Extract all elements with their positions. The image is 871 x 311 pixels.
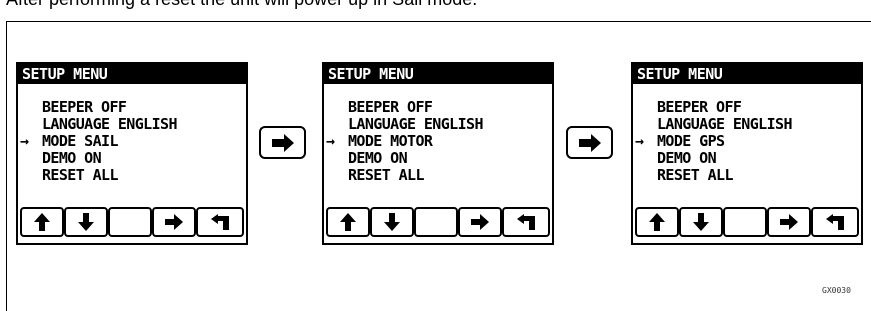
up-arrow-icon	[34, 213, 50, 231]
screen-title: SETUP MENU	[18, 64, 246, 84]
menu-item-label: DEMO ON	[657, 149, 717, 167]
transition-arrow-2	[566, 126, 613, 159]
right-arrow-icon	[471, 214, 489, 230]
menu-item-reset[interactable]: RESET ALL	[20, 167, 177, 184]
figure-code: GX0030	[822, 286, 851, 295]
setup-screen-3: SETUP MENU BEEPER OFF LANGUAGE ENGLISH →…	[631, 62, 863, 245]
return-icon	[826, 214, 844, 230]
menu-item-label: LANGUAGE ENGLISH	[657, 115, 793, 133]
menu-item-mode[interactable]: → MODE MOTOR	[326, 133, 483, 150]
softkey-down[interactable]	[64, 207, 108, 237]
selection-arrow-icon: →	[326, 132, 335, 150]
menu-list: BEEPER OFF LANGUAGE ENGLISH → MODE MOTOR …	[326, 99, 484, 184]
right-arrow-icon	[271, 133, 294, 152]
menu-item-label: BEEPER OFF	[42, 98, 127, 116]
menu-item-label: DEMO ON	[42, 149, 102, 167]
right-arrow-icon	[578, 133, 601, 152]
menu-item-label: RESET ALL	[42, 166, 118, 184]
softkey-up[interactable]	[635, 207, 679, 237]
transition-arrow-1	[259, 126, 306, 159]
menu-item-label: BEEPER OFF	[348, 98, 433, 116]
softkey-right[interactable]	[458, 207, 502, 237]
softkey-return[interactable]	[811, 207, 859, 237]
menu-item-language[interactable]: LANGUAGE ENGLISH	[326, 115, 484, 133]
up-arrow-icon	[340, 213, 356, 231]
menu-item-demo[interactable]: DEMO ON	[326, 150, 483, 167]
softkey-up[interactable]	[20, 207, 64, 237]
menu-item-label: LANGUAGE ENGLISH	[42, 115, 178, 133]
up-arrow-icon	[649, 213, 665, 231]
screen-title: SETUP MENU	[324, 64, 552, 84]
menu-item-label: MODE SAIL	[42, 132, 118, 150]
return-icon	[517, 214, 535, 230]
selection-arrow-icon: →	[635, 132, 644, 150]
menu-item-reset[interactable]: RESET ALL	[326, 167, 483, 184]
menu-item-demo[interactable]: DEMO ON	[635, 150, 792, 167]
menu-item-reset[interactable]: RESET ALL	[635, 167, 792, 184]
softkey-return[interactable]	[502, 207, 550, 237]
screen-title: SETUP MENU	[633, 64, 861, 84]
right-arrow-icon	[780, 214, 798, 230]
menu-item-language[interactable]: LANGUAGE ENGLISH	[635, 115, 793, 133]
right-arrow-icon	[165, 214, 183, 230]
menu-item-mode[interactable]: → MODE SAIL	[20, 133, 177, 150]
down-arrow-icon	[384, 213, 400, 231]
menu-item-label: RESET ALL	[657, 166, 733, 184]
menu-item-label: RESET ALL	[348, 166, 424, 184]
down-arrow-icon	[78, 213, 94, 231]
softkey-bar	[326, 207, 550, 241]
softkey-return[interactable]	[196, 207, 244, 237]
menu-item-label: LANGUAGE ENGLISH	[348, 115, 484, 133]
menu-item-label: MODE MOTOR	[348, 132, 433, 150]
setup-screen-1: SETUP MENU BEEPER OFF LANGUAGE ENGLISH →…	[16, 62, 248, 245]
selection-arrow-icon: →	[20, 132, 29, 150]
softkey-bar	[20, 207, 244, 241]
softkey-blank[interactable]	[414, 207, 458, 237]
menu-item-mode[interactable]: → MODE GPS	[635, 133, 792, 150]
softkey-down[interactable]	[679, 207, 723, 237]
menu-item-beeper[interactable]: BEEPER OFF	[326, 99, 483, 116]
softkey-down[interactable]	[370, 207, 414, 237]
menu-item-beeper[interactable]: BEEPER OFF	[20, 99, 177, 116]
softkey-up[interactable]	[326, 207, 370, 237]
down-arrow-icon	[693, 213, 709, 231]
menu-item-language[interactable]: LANGUAGE ENGLISH	[20, 115, 178, 133]
menu-item-demo[interactable]: DEMO ON	[20, 150, 177, 167]
menu-list: BEEPER OFF LANGUAGE ENGLISH → MODE SAIL D…	[20, 99, 178, 184]
menu-list: BEEPER OFF LANGUAGE ENGLISH → MODE GPS DE…	[635, 99, 793, 184]
softkey-right[interactable]	[767, 207, 811, 237]
menu-item-label: BEEPER OFF	[657, 98, 742, 116]
softkey-right[interactable]	[152, 207, 196, 237]
menu-item-beeper[interactable]: BEEPER OFF	[635, 99, 792, 116]
softkey-blank[interactable]	[723, 207, 767, 237]
caption-text: After performing a reset the unit will p…	[6, 0, 477, 10]
softkey-blank[interactable]	[108, 207, 152, 237]
menu-item-label: DEMO ON	[348, 149, 408, 167]
setup-screen-2: SETUP MENU BEEPER OFF LANGUAGE ENGLISH →…	[322, 62, 554, 245]
softkey-bar	[635, 207, 859, 241]
return-icon	[211, 214, 229, 230]
menu-item-label: MODE GPS	[657, 132, 725, 150]
